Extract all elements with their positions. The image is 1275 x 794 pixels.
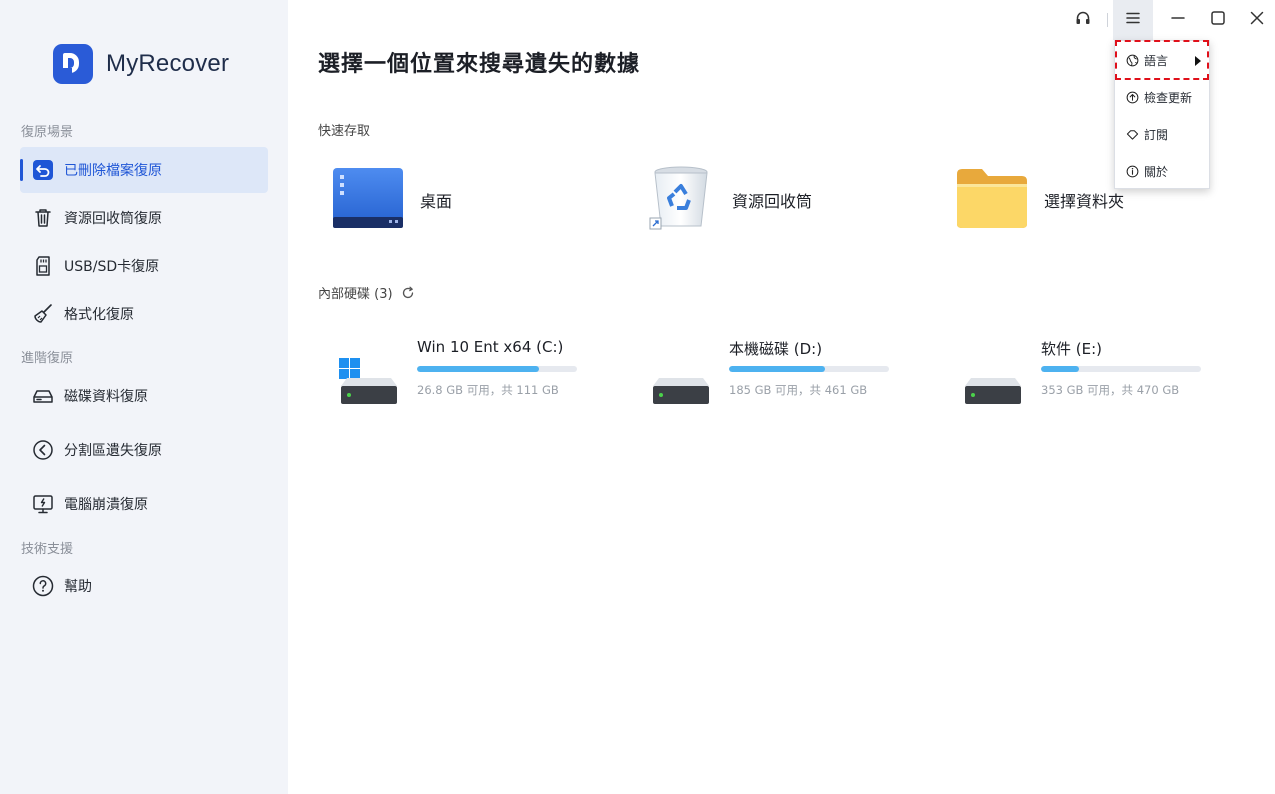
drive-space-info: 353 GB 可用，共 470 GB [1041,383,1180,397]
sidebar-item-deleted-file-recovery[interactable]: 已刪除檔案復原 [20,147,268,193]
quick-access-recycle-bin[interactable]: 資源回收筒 [648,160,812,240]
sidebar-item-crash-recovery[interactable]: 電腦崩潰復原 [20,481,268,527]
trash-icon [32,207,54,229]
menu-item-check-update[interactable]: 檢查更新 [1115,79,1209,116]
help-icon [32,575,54,597]
sidebar-item-help[interactable]: 幫助 [20,563,268,609]
crash-monitor-icon [32,493,54,515]
broom-icon [32,303,54,325]
sidebar-item-partition-recovery[interactable]: 分割區遺失復原 [20,427,268,473]
topbar-separator [1107,13,1108,27]
drive-name: 本機磁碟 (D:) [729,340,823,358]
quick-access-label: 快速存取 [318,124,371,139]
disk-icon [32,385,54,407]
menu-item-about[interactable]: 關於 [1115,153,1209,190]
internal-drives-label: 內部硬碟 (3) [318,283,415,302]
hamburger-menu-icon [1125,10,1141,30]
quick-access-label-desktop: 桌面 [420,192,453,211]
drive-space-info: 26.8 GB 可用，共 111 GB [417,383,559,397]
sidebar-item-label: 電腦崩潰復原 [64,497,148,513]
menu-item-label: 檢查更新 [1144,91,1193,105]
minimize-icon [1170,10,1186,30]
info-icon [1126,165,1139,178]
menu-item-label: 訂閱 [1144,128,1169,142]
menu-item-label: 關於 [1144,165,1169,179]
menu-item-subscribe[interactable]: 訂閱 [1115,116,1209,153]
drive-usage-bar [417,366,577,372]
diamond-icon [1126,130,1139,140]
submenu-arrow-icon [1195,56,1201,66]
sidebar-item-label: 已刪除檔案復原 [64,163,162,179]
quick-access-choose-folder[interactable]: 選擇資料夾 [956,160,1124,240]
headset-icon [1075,10,1091,30]
drive-usage-fill [1041,366,1080,372]
section-label-recovery-scenarios: 復原場景 [21,125,74,140]
sidebar-item-disk-recovery[interactable]: 磁碟資料復原 [20,373,268,419]
sidebar-item-label: 資源回收筒復原 [64,211,162,227]
section-label-tech-support: 技術支援 [21,542,74,557]
quick-access-desktop[interactable]: 桌面 [332,160,452,240]
sd-card-icon [32,255,54,277]
close-button[interactable] [1237,0,1275,40]
sidebar-item-label: USB/SD卡復原 [64,259,160,275]
menu-item-language[interactable]: 語言 [1115,42,1209,79]
maximize-button[interactable] [1198,0,1238,40]
hard-drive-icon [963,350,1023,410]
menu-button[interactable] [1113,0,1153,40]
minimize-button[interactable] [1158,0,1198,40]
restore-arrow-icon [32,159,54,181]
drive-name: Win 10 Ent x64 (C:) [417,338,564,356]
internal-drives-label-text: 內部硬碟 (3) [318,287,393,302]
sidebar: MyRecover 復原場景 已刪除檔案復原 資源回收筒復原 USB/SD卡復原… [0,0,288,794]
sidebar-item-recycle-bin-recovery[interactable]: 資源回收筒復原 [20,195,268,241]
refresh-icon[interactable] [401,286,415,300]
page-title: 選擇一個位置來搜尋遺失的數據 [318,52,641,77]
sidebar-item-usb-sd-recovery[interactable]: USB/SD卡復原 [20,243,268,289]
section-label-advanced-recovery: 進階復原 [21,351,74,366]
app-logo: MyRecover [53,44,229,84]
sidebar-item-label: 磁碟資料復原 [64,389,148,405]
quick-access-label-choose-folder: 選擇資料夾 [1044,192,1125,211]
globe-icon [1126,54,1139,67]
maximize-icon [1210,10,1226,30]
drive-card-c[interactable]: Win 10 Ent x64 (C:) 26.8 GB 可用，共 111 GB [319,330,589,410]
drive-usage-fill [729,366,825,372]
sidebar-item-format-recovery[interactable]: 格式化復原 [20,291,268,337]
drive-usage-bar [729,366,889,372]
recycle-bin-icon [648,164,716,236]
quick-access-label-recycle-bin: 資源回收筒 [732,192,813,211]
partition-icon [32,439,54,461]
close-icon [1249,10,1265,30]
drive-space-info: 185 GB 可用，共 461 GB [729,383,868,397]
app-name: MyRecover [106,50,230,77]
desktop-icon [332,167,404,233]
menu-item-label: 語言 [1144,54,1169,68]
drive-name: 软件 (E:) [1041,340,1103,358]
upload-circle-icon [1126,91,1139,104]
drive-card-d[interactable]: 本機磁碟 (D:) 185 GB 可用，共 461 GB [631,330,901,410]
windows-drive-icon [339,350,399,410]
support-headset-button[interactable] [1063,0,1103,40]
drive-usage-fill [417,366,539,372]
drive-usage-bar [1041,366,1201,372]
myrecover-logo-icon [53,44,93,84]
sidebar-item-label: 格式化復原 [64,307,134,323]
hard-drive-icon [651,350,711,410]
main-menu-dropdown: 語言 檢查更新 訂閱 關於 [1114,40,1210,189]
sidebar-item-label: 分割區遺失復原 [64,443,162,459]
drive-card-e[interactable]: 软件 (E:) 353 GB 可用，共 470 GB [943,330,1213,410]
folder-icon [956,166,1028,234]
sidebar-item-label: 幫助 [64,579,92,595]
